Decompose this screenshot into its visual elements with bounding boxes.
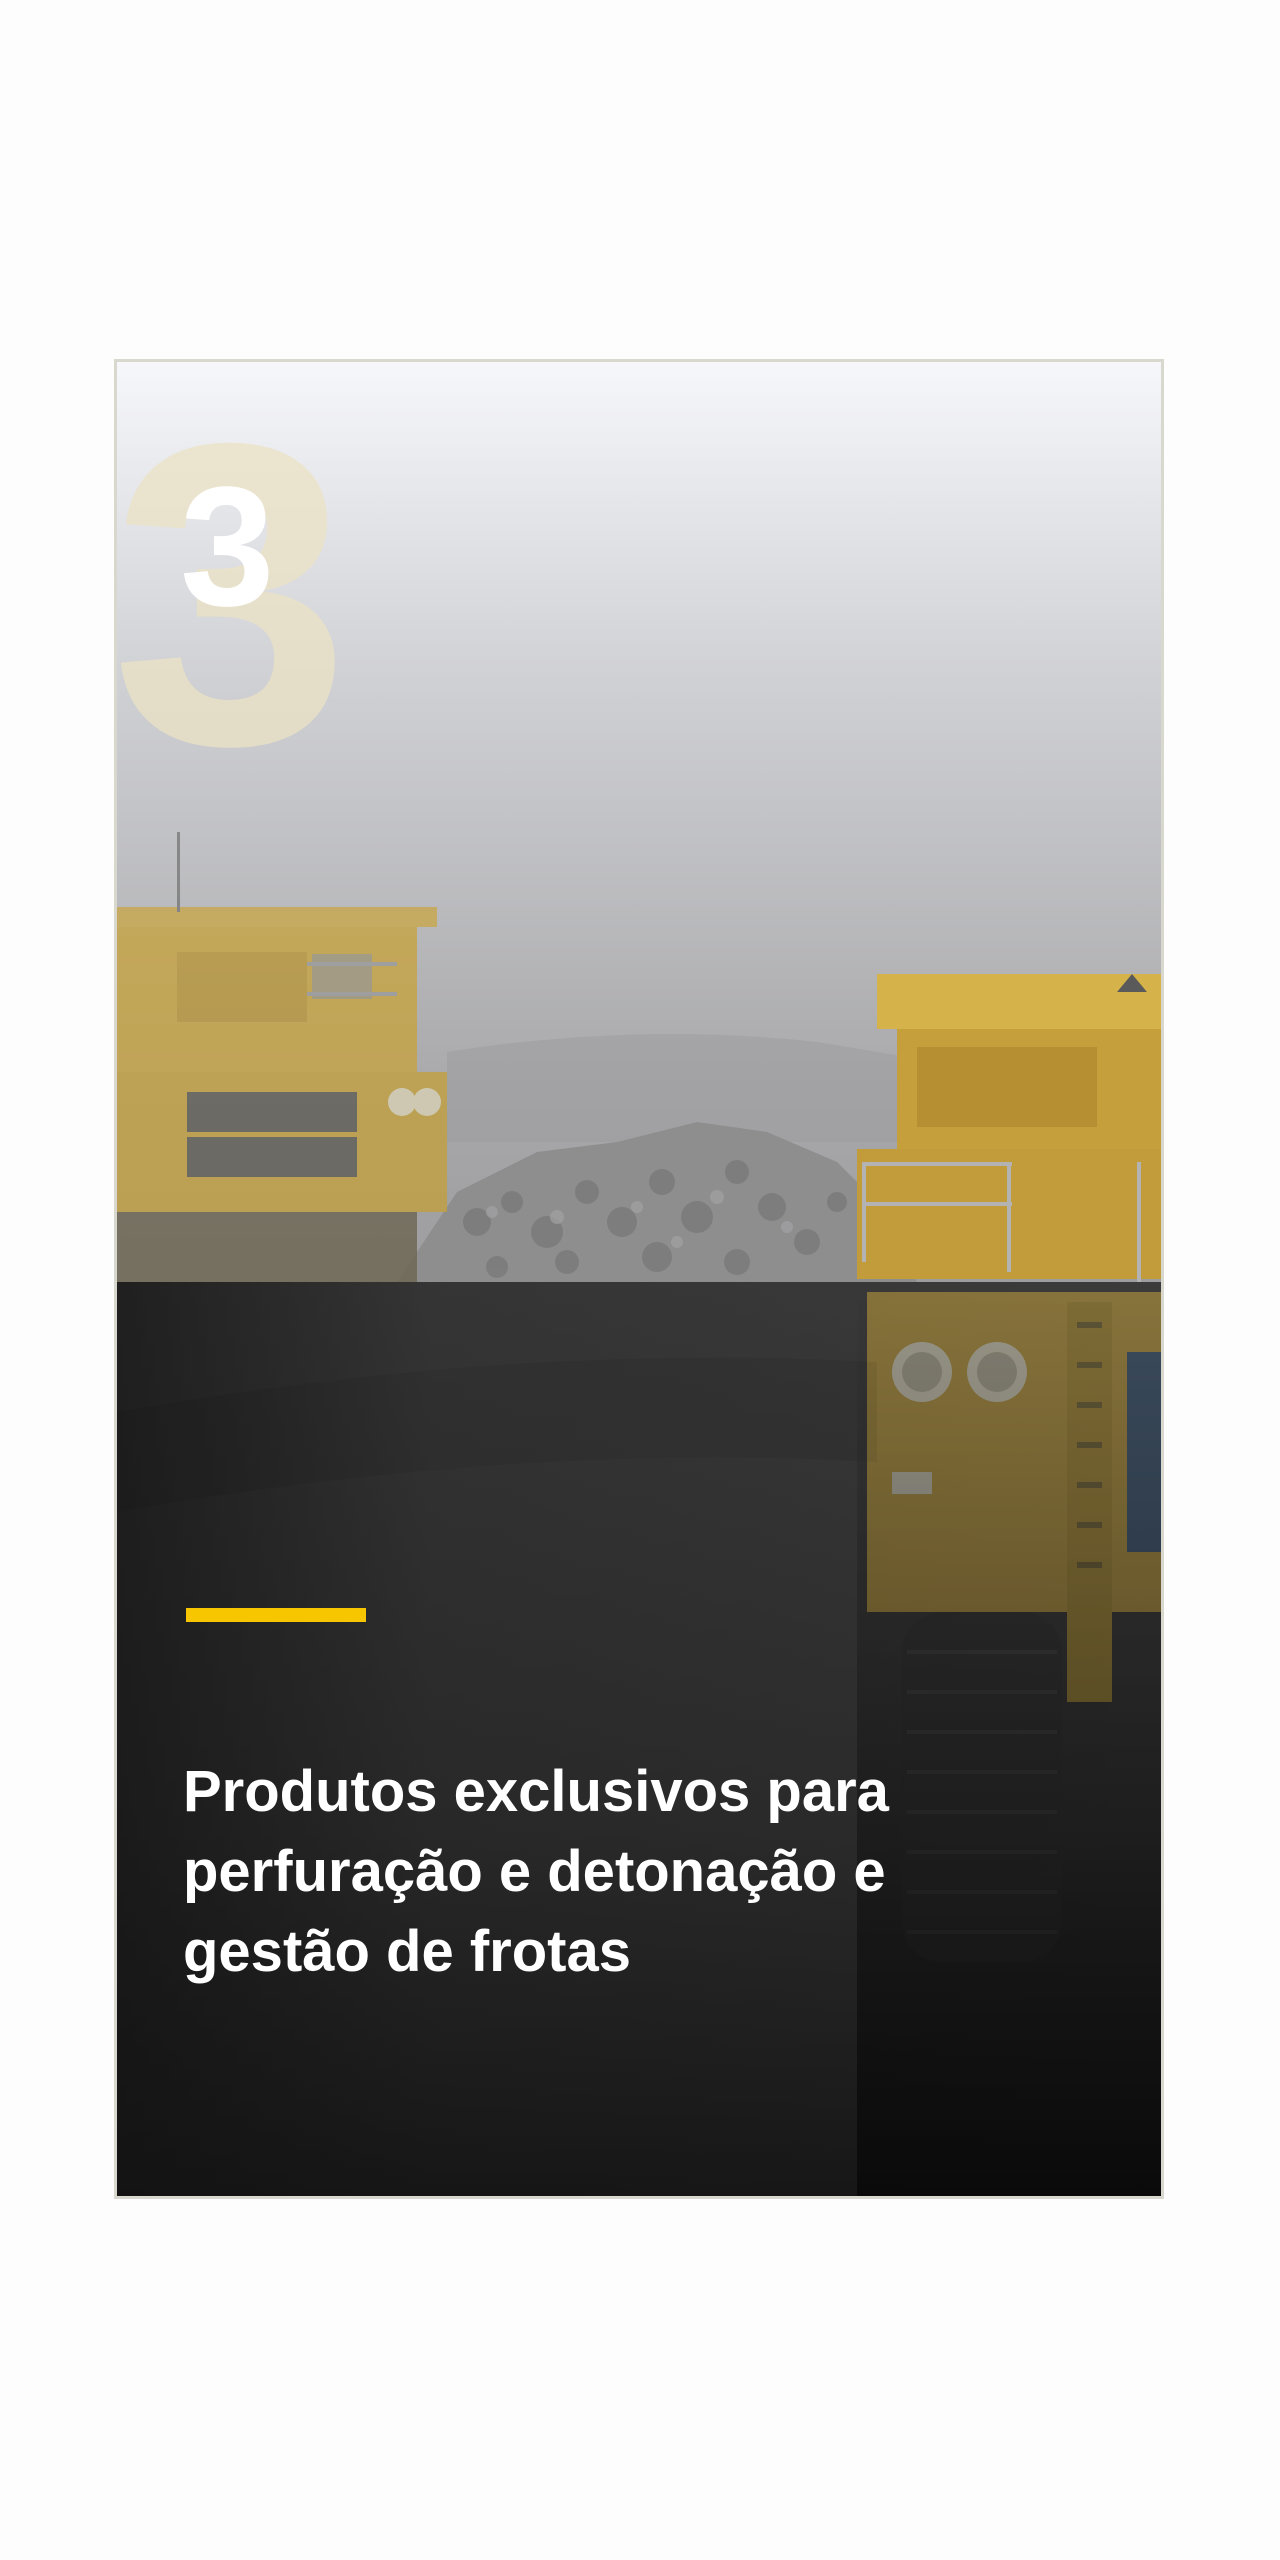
accent-bar <box>186 1608 366 1622</box>
slide-headline: Produtos exclusivos para perfuração e de… <box>183 1759 889 1984</box>
slide-card: 3 3 Produtos exclusivos para perfuração … <box>114 359 1164 2199</box>
slide-number: 3 <box>180 452 275 642</box>
